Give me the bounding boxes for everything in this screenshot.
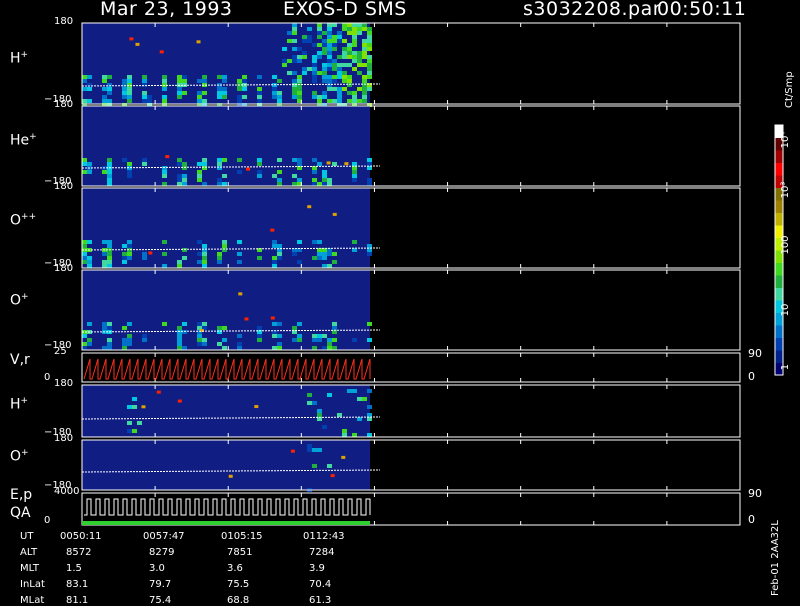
- colorbar-tick-label: 10³: [780, 182, 791, 199]
- panel-label-4: V,r: [10, 352, 30, 368]
- ephem-value: 70.4: [309, 579, 332, 590]
- colorbar-unit: Ct/Smp: [784, 71, 795, 108]
- panel-label-3: O+: [10, 292, 29, 309]
- right-tick-bottom-7: 0: [748, 513, 755, 526]
- y-tick-top-6: 180: [54, 433, 74, 444]
- colorbar-step: [775, 212, 783, 226]
- panel-label2-7: QA: [10, 505, 31, 521]
- colorbar-step: [775, 200, 783, 213]
- right-tick-top-7: 90: [748, 487, 762, 500]
- ephem-value: 81.1: [66, 595, 89, 606]
- y-tick-top-1: 180: [54, 99, 74, 110]
- ephem-value: 83.1: [66, 579, 89, 590]
- panel-label-6: O+: [10, 448, 29, 465]
- y-tick-top-5: 180: [54, 378, 74, 389]
- ephem-value: 75.4: [149, 595, 172, 606]
- colorbar-tick-label: 1: [780, 364, 791, 370]
- ephem-label-ut: UT: [20, 531, 34, 542]
- ephem-value: 7284: [309, 547, 335, 558]
- side-label: Feb-01 2AA32L: [770, 520, 781, 596]
- colorbar-tick-label: 10⁴: [780, 132, 791, 149]
- y-tick-top-7: 4000: [54, 486, 80, 497]
- ephem-value: 3.0: [149, 563, 165, 574]
- y-tick-top-4: 25: [54, 346, 67, 357]
- colorbar-step: [775, 150, 783, 163]
- colorbar-step: [775, 350, 783, 363]
- colorbar-step: [775, 337, 783, 351]
- ephem-value: 0112:43: [303, 531, 345, 542]
- y-tick-top-2: 180: [54, 181, 74, 192]
- colorbar-step: [775, 262, 783, 276]
- ephem-label-alt: ALT: [20, 547, 38, 558]
- ep-series: [84, 498, 371, 516]
- colorbar-tick-label: 100: [780, 235, 791, 254]
- y-tick-bottom-4: 0: [44, 372, 51, 383]
- panel-label-5: H+: [10, 396, 29, 413]
- panel-label-1: He+: [10, 132, 37, 149]
- ephem-value: 3.9: [309, 563, 325, 574]
- y-tick-top-3: 180: [54, 263, 74, 274]
- ephem-value: 61.3: [309, 595, 332, 606]
- ephem-label-inlat: InLat: [20, 579, 45, 590]
- ephem-value: 0050:11: [60, 531, 102, 542]
- heatmap-0: [81, 23, 381, 107]
- qa-bar: [82, 521, 370, 525]
- ephem-value: 75.5: [227, 579, 250, 590]
- vr-series: [83, 358, 371, 380]
- colorbar-step: [775, 275, 783, 288]
- y-tick-bottom-7: 0: [44, 515, 51, 526]
- ephem-value: 0105:15: [221, 531, 263, 542]
- heatmap-2: [81, 188, 381, 268]
- ephem-value: 7851: [227, 547, 253, 558]
- right-tick-bottom-4: 0: [748, 370, 755, 383]
- ephem-value: 3.6: [227, 563, 243, 574]
- panel-label-2: O++: [10, 212, 37, 229]
- ephem-value: 8572: [66, 547, 92, 558]
- ephem-value: 0057:47: [143, 531, 185, 542]
- heatmap-1: [81, 106, 381, 186]
- spectrogram-figure: 1 10 100 10³ 10⁴: [81, 22, 791, 526]
- heatmap-5: [81, 385, 381, 437]
- ephem-label-mlat: MLat: [20, 595, 45, 606]
- ephem-value: 79.7: [149, 579, 172, 590]
- ephem-value: 8279: [149, 547, 175, 558]
- heatmap-3: [81, 270, 381, 350]
- panel-label-0: H+: [10, 50, 29, 67]
- ephem-label-mlt: MLT: [20, 563, 39, 574]
- colorbar-step: [775, 325, 783, 338]
- right-tick-top-4: 90: [748, 347, 762, 360]
- panel-label-7: E,p: [10, 487, 33, 503]
- y-tick-top-0: 180: [54, 16, 74, 27]
- ephem-value: 68.8: [227, 595, 250, 606]
- colorbar-step: [775, 162, 783, 176]
- colorbar-tick-label: 10: [780, 304, 791, 317]
- heatmap-6: [81, 440, 381, 492]
- colorbar-step: [775, 287, 783, 301]
- colorbar: 1 10 100 10³ 10⁴: [774, 124, 791, 376]
- ephem-value: 1.5: [66, 563, 82, 574]
